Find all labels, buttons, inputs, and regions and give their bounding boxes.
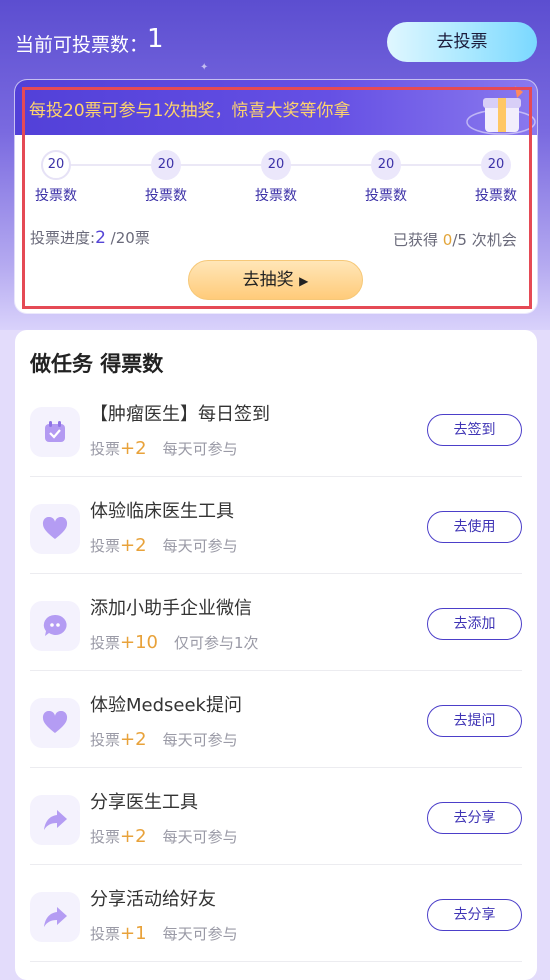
task-vote-plus: +2 — [120, 826, 147, 847]
task-reward: 投票+10 仅可参与1次 — [90, 632, 259, 653]
task-item: 体验临床医生工具 投票+2 每天可参与 去使用 — [15, 477, 537, 574]
task-vote-plus: +2 — [120, 438, 147, 459]
task-frequency: 每天可参与 — [162, 925, 238, 943]
share-arrow-icon — [30, 795, 80, 845]
share-arrow-icon — [30, 892, 80, 942]
task-frequency: 每天可参与 — [162, 440, 238, 458]
milestone-label: 投票数 — [35, 188, 77, 204]
task-action-button[interactable]: 去添加 — [427, 608, 522, 640]
task-title: 添加小助手企业微信 — [90, 598, 252, 619]
gift-box-icon — [466, 86, 536, 135]
milestone-4: 20 投票数 — [356, 150, 416, 205]
lottery-chances-prefix: 已获得 — [393, 231, 443, 249]
heart-icon — [30, 698, 80, 748]
calendar-check-icon — [30, 407, 80, 457]
task-title: 体验Medseek提问 — [90, 695, 242, 716]
task-vote-label: 投票 — [90, 925, 121, 943]
task-item: 【肿瘤医生】每日签到 投票+2 每天可参与 去签到 — [15, 380, 537, 477]
play-arrow-icon: ▶ — [299, 274, 309, 288]
task-item: 分享活动给好友 投票+1 每天可参与 去分享 — [15, 865, 537, 962]
task-action-button[interactable]: 去使用 — [427, 511, 522, 543]
milestone-value: 20 — [41, 150, 71, 180]
tasks-card: 做任务 得票数 【肿瘤医生】每日签到 投票+2 每天可参与 去签到 体验临床医生工… — [15, 330, 537, 980]
vote-progress-total: /20票 — [110, 229, 150, 247]
milestone-value: 20 — [261, 150, 291, 180]
vote-progress-label: 投票进度: — [30, 229, 96, 247]
lottery-banner: 每投20票可参与1次抽奖，惊喜大奖等你拿 — [15, 80, 537, 135]
draw-lottery-label: 去抽奖 — [242, 270, 294, 290]
task-item: 添加小助手企业微信 投票+10 仅可参与1次 去添加 — [15, 574, 537, 671]
lottery-chances-suffix: /5 次机会 — [452, 231, 517, 249]
task-title: 体验临床医生工具 — [90, 501, 234, 522]
milestone-value: 20 — [151, 150, 181, 180]
task-action-button[interactable]: 去签到 — [427, 414, 522, 446]
task-title: 分享活动给好友 — [90, 889, 216, 910]
task-vote-label: 投票 — [90, 634, 121, 652]
vote-progress-current: 2 — [95, 228, 106, 248]
available-votes-count: 1 — [147, 24, 164, 54]
task-reward: 投票+1 每天可参与 — [90, 923, 238, 944]
milestone-label: 投票数 — [145, 188, 187, 204]
task-frequency: 每天可参与 — [162, 537, 238, 555]
task-vote-plus: +2 — [120, 729, 147, 750]
task-action-button[interactable]: 去分享 — [427, 899, 522, 931]
milestone-1: 20 投票数 — [26, 150, 86, 205]
milestone-2: 20 投票数 — [136, 150, 196, 205]
task-vote-plus: +10 — [120, 632, 159, 653]
draw-lottery-button[interactable]: 去抽奖 ▶ — [188, 260, 363, 300]
chat-bubble-icon — [30, 601, 80, 651]
task-item: 分享医生工具 投票+2 每天可参与 去分享 — [15, 768, 537, 865]
task-frequency: 每天可参与 — [162, 731, 238, 749]
milestone-5: 20 投票数 — [466, 150, 526, 205]
task-item: 体验Medseek提问 投票+2 每天可参与 去提问 — [15, 671, 537, 768]
task-reward: 投票+2 每天可参与 — [90, 729, 238, 750]
task-title: 分享医生工具 — [90, 792, 198, 813]
task-action-button[interactable]: 去分享 — [427, 802, 522, 834]
task-vote-label: 投票 — [90, 440, 121, 458]
task-reward: 投票+2 每天可参与 — [90, 535, 238, 556]
task-reward: 投票+2 每天可参与 — [90, 438, 238, 459]
heart-icon — [30, 504, 80, 554]
milestone-label: 投票数 — [475, 188, 517, 204]
task-vote-label: 投票 — [90, 537, 121, 555]
task-vote-label: 投票 — [90, 828, 121, 846]
task-title: 【肿瘤医生】每日签到 — [90, 404, 270, 425]
divider — [30, 961, 522, 962]
task-vote-label: 投票 — [90, 731, 121, 749]
task-reward: 投票+2 每天可参与 — [90, 826, 238, 847]
task-vote-plus: +2 — [120, 535, 147, 556]
task-frequency: 每天可参与 — [162, 828, 238, 846]
lottery-banner-text: 每投20票可参与1次抽奖，惊喜大奖等你拿 — [29, 101, 351, 121]
available-votes-label: 当前可投票数： — [15, 34, 149, 56]
lottery-chances: 已获得 0/5 次机会 — [393, 229, 517, 250]
tasks-title: 做任务 得票数 — [30, 352, 164, 376]
task-frequency: 仅可参与1次 — [174, 634, 259, 652]
available-votes-row: 当前可投票数： 1 去投票 — [0, 22, 550, 64]
lottery-chances-got: 0 — [442, 231, 453, 249]
milestone-label: 投票数 — [255, 188, 297, 204]
milestone-value: 20 — [371, 150, 401, 180]
milestone-3: 20 投票数 — [246, 150, 306, 205]
milestone-label: 投票数 — [365, 188, 407, 204]
vote-milestones: 20 投票数 20 投票数 20 投票数 20 投票数 20 投票数 — [15, 150, 537, 210]
go-vote-button[interactable]: 去投票 — [387, 22, 537, 62]
milestone-value: 20 — [481, 150, 511, 180]
vote-progress: 投票进度:2 /20票 — [30, 227, 150, 248]
task-vote-plus: +1 — [120, 923, 147, 944]
task-action-button[interactable]: 去提问 — [427, 705, 522, 737]
